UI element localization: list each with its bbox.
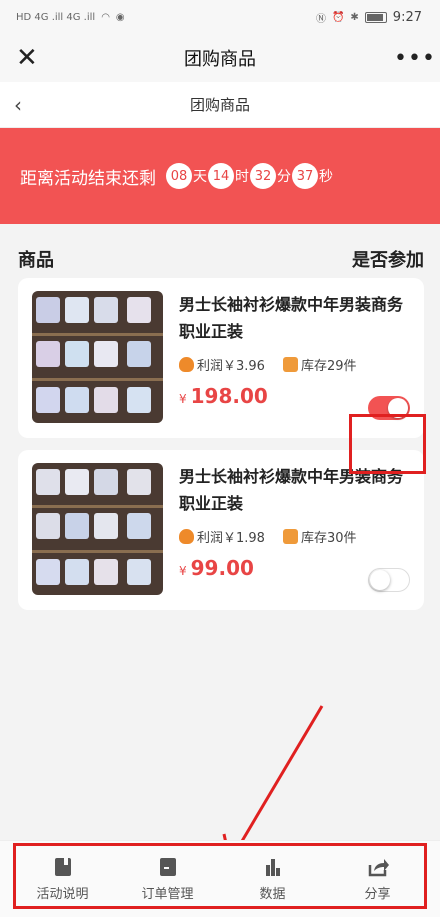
price-value: 99.00 [190, 556, 254, 580]
box-icon [282, 357, 298, 372]
eye-icon: ◉ [115, 11, 125, 23]
wechat-title: 团购商品 [184, 49, 256, 70]
countdown-days-unit: 天 [193, 169, 207, 185]
page-title: 团购商品 [189, 96, 250, 114]
alarm-icon: ⏰ [331, 11, 345, 23]
money-bag-icon [179, 529, 194, 544]
status-time: 9:27 [392, 9, 422, 25]
profit-label: 利润￥3.96 [197, 359, 265, 374]
profit-item: 利润￥3.96 [179, 355, 265, 374]
profit-label: 利润￥1.98 [197, 531, 265, 546]
product-meta: 利润￥3.96 库存29件 [179, 355, 412, 374]
money-bag-icon [179, 357, 194, 372]
column-header: 商品 是否参加 [0, 224, 440, 278]
status-bar-right: Ⓝ ⏰ ✱ 9:27 [316, 10, 422, 25]
signal-icon: HD 4G .ill 4G .ill [16, 11, 96, 23]
column-participate-label: 是否参加 [352, 250, 424, 271]
status-bar-left: HD 4G .ill 4G .ill ◠ ◉ [16, 12, 125, 23]
back-icon[interactable]: ‹ [14, 93, 22, 117]
page-nav: ‹ 团购商品 [0, 82, 440, 128]
price-symbol: ¥ [179, 564, 187, 578]
stock-item: 库存29件 [282, 355, 357, 374]
product-image [32, 291, 163, 423]
annotation-highlight-tabbar [13, 843, 427, 909]
product-meta: 利润￥1.98 库存30件 [179, 527, 412, 546]
close-icon[interactable]: ✕ [16, 45, 46, 71]
countdown-minutes: 32 [250, 163, 276, 189]
wifi-icon: ◠ [101, 11, 110, 23]
stock-label: 库存30件 [300, 531, 357, 546]
countdown-banner: 距离活动结束还剩 08 天 14 时 32 分 37 秒 [0, 128, 440, 224]
countdown-hours-unit: 时 [235, 169, 249, 185]
nfc-icon: Ⓝ [315, 13, 326, 25]
stock-item: 库存30件 [282, 527, 357, 546]
stock-label: 库存29件 [300, 359, 357, 374]
countdown-seconds: 37 [292, 163, 318, 189]
wechat-header: ✕ 团购商品 ••• [0, 34, 440, 82]
battery-icon [364, 11, 387, 23]
countdown-hours: 14 [208, 163, 234, 189]
product-image [32, 463, 163, 595]
price-symbol: ¥ [179, 392, 187, 406]
countdown-seconds-unit: 秒 [319, 169, 333, 185]
countdown-label: 距离活动结束还剩 [20, 168, 156, 189]
price-value: 198.00 [190, 384, 268, 408]
status-bar: HD 4G .ill 4G .ill ◠ ◉ Ⓝ ⏰ ✱ 9:27 [0, 0, 440, 34]
bluetooth-icon: ✱ [350, 11, 359, 23]
countdown-minutes-unit: 分 [277, 169, 291, 185]
column-product-label: 商品 [18, 250, 54, 271]
profit-item: 利润￥1.98 [179, 527, 265, 546]
box-icon [282, 529, 298, 544]
more-icon[interactable]: ••• [394, 46, 435, 71]
countdown-days: 08 [166, 163, 192, 189]
product-card[interactable]: 男士长袖衬衫爆款中年男装商务职业正装 利润￥1.98 库存30件 ¥ 99.00 [18, 450, 424, 610]
annotation-highlight-toggle [349, 414, 426, 474]
product-title: 男士长袖衬衫爆款中年男装商务职业正装 [179, 295, 404, 341]
participate-toggle[interactable] [368, 568, 410, 592]
toggle-knob [370, 570, 390, 590]
